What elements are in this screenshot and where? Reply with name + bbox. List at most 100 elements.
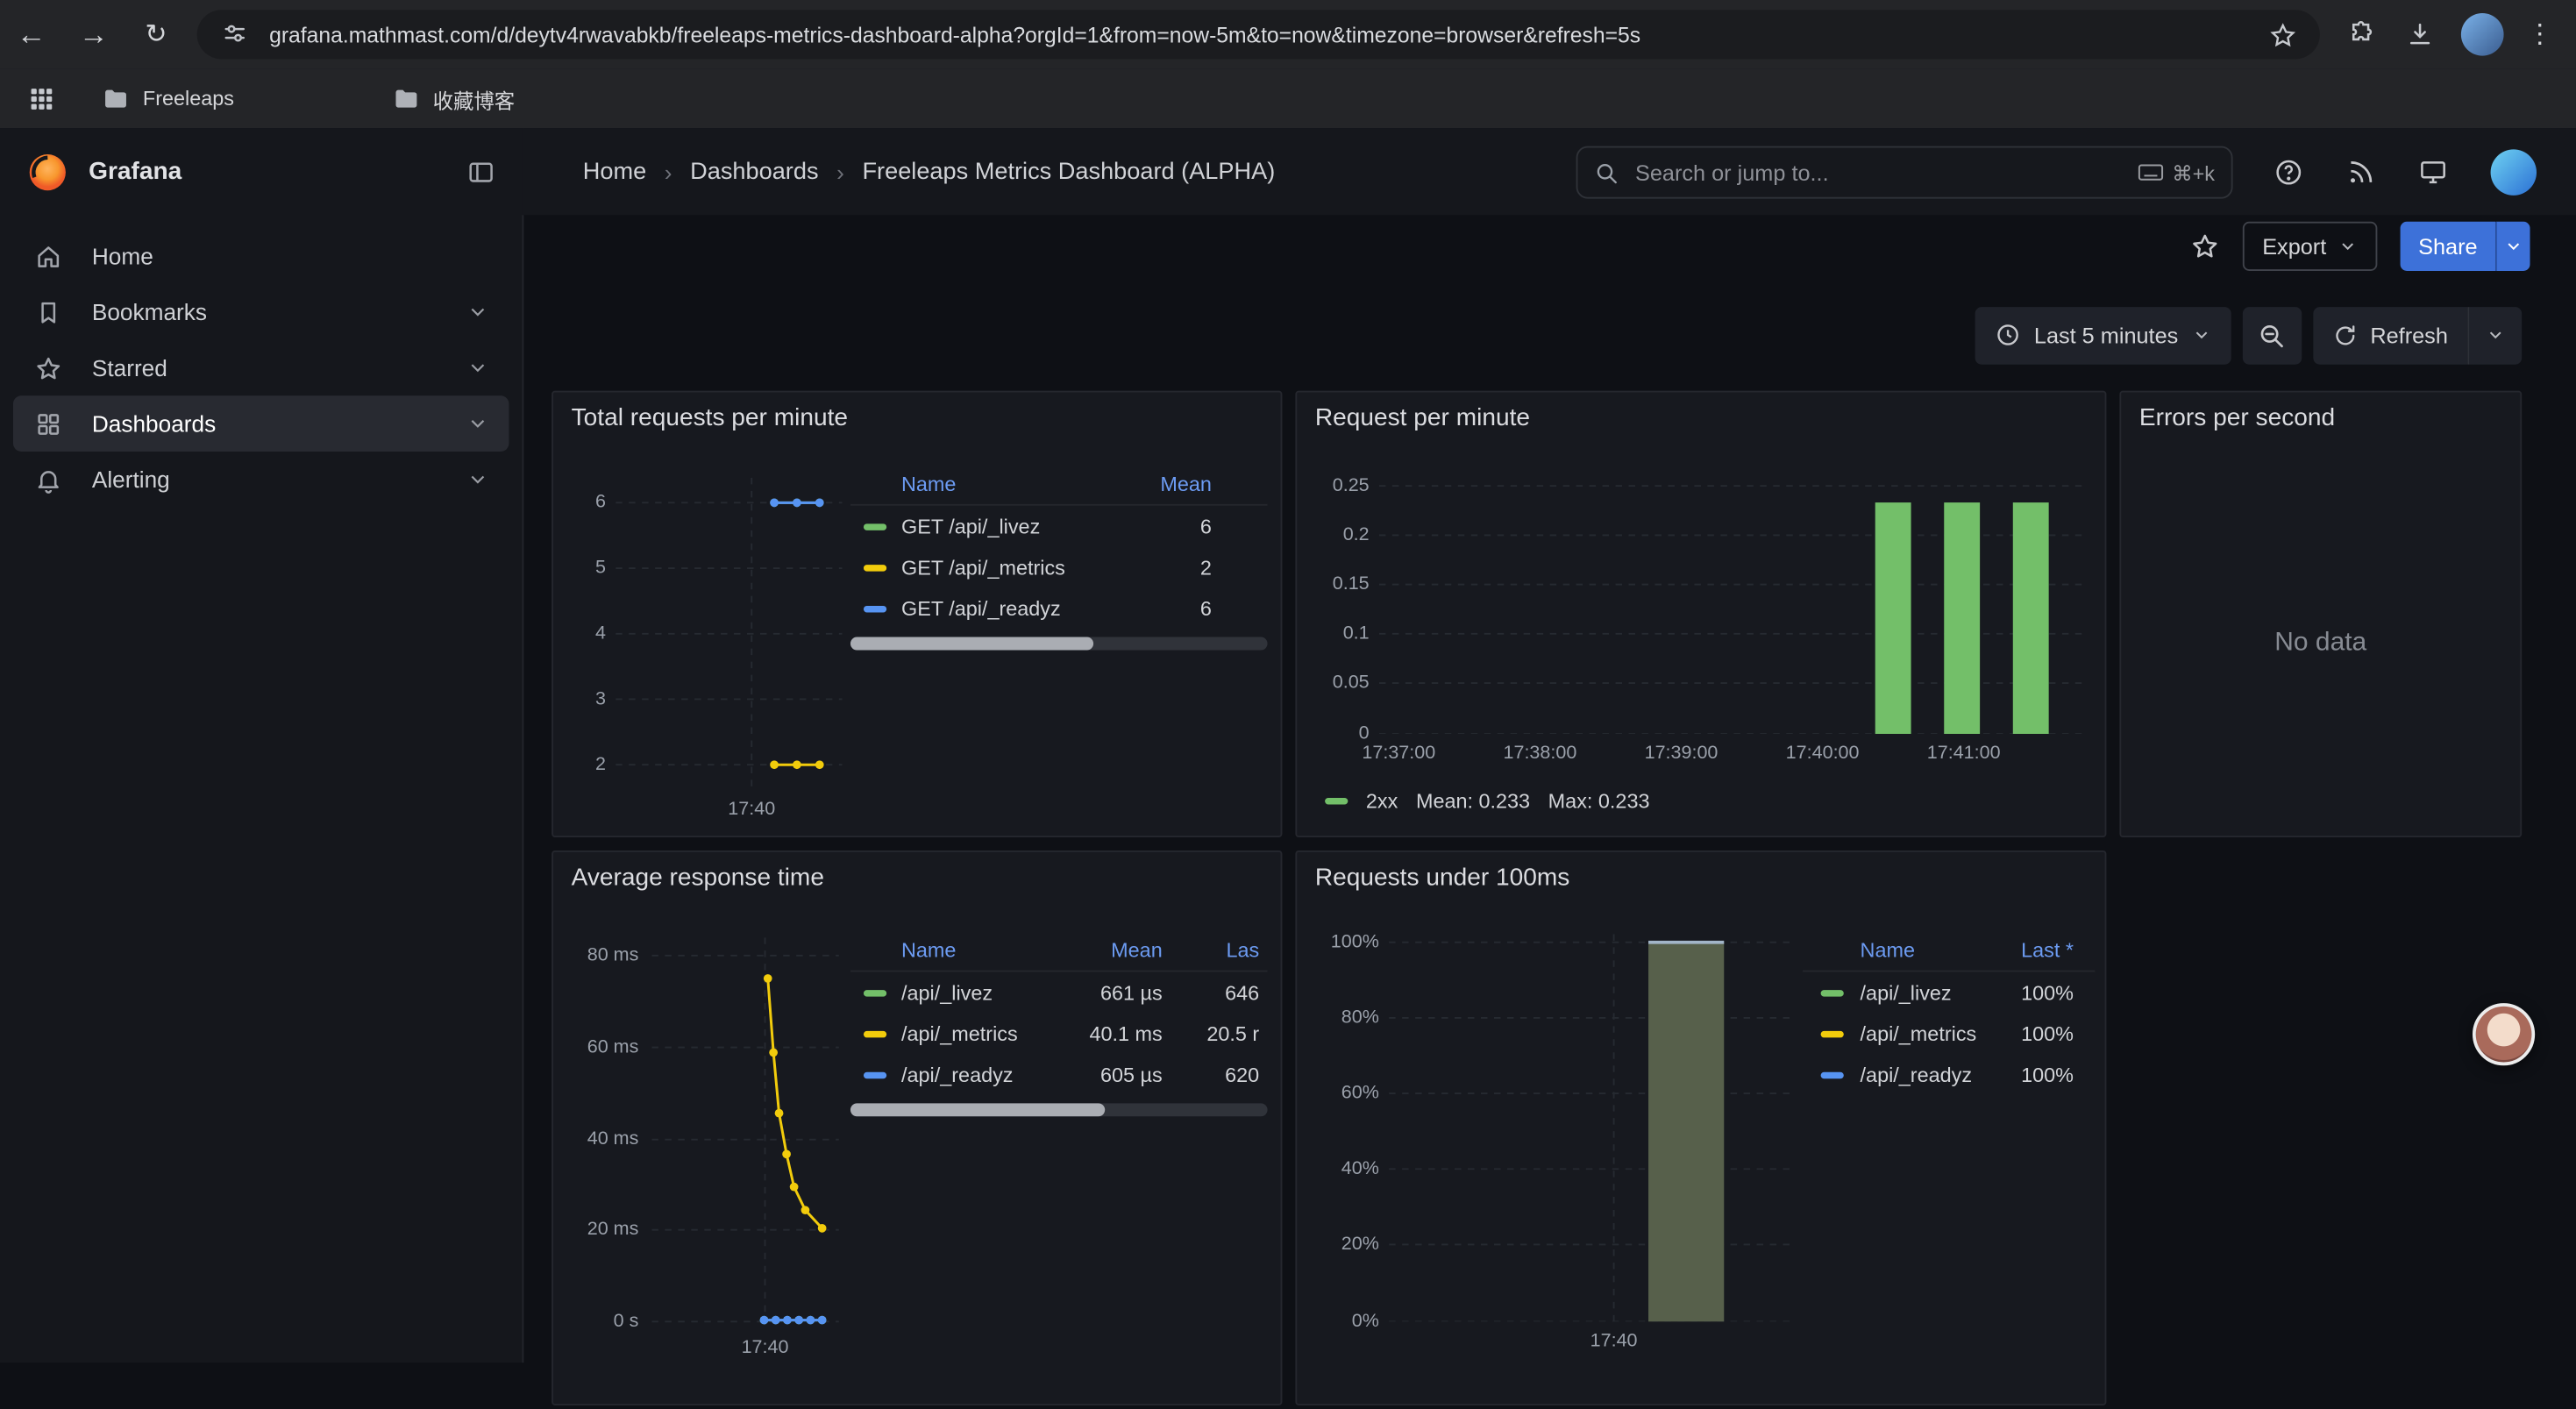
- favorite-star-icon[interactable]: [2190, 231, 2220, 261]
- chevron-down-icon[interactable]: [466, 301, 489, 324]
- chevron-down-icon[interactable]: [466, 468, 489, 491]
- series-swatch[interactable]: [1821, 1071, 1844, 1078]
- legend-series-name[interactable]: /api/_livez: [1861, 981, 2022, 1004]
- refresh-button[interactable]: Refresh: [2313, 306, 2468, 364]
- legend-series-name[interactable]: /api/_readyz: [1861, 1063, 2022, 1085]
- legend-header-mean[interactable]: Mean: [1107, 473, 1212, 495]
- legend-header-name[interactable]: Name: [850, 939, 1071, 962]
- panel-requests-under-100ms: Requests under 100ms 100%80%60%40%20%0% …: [1295, 850, 2106, 1405]
- series-swatch[interactable]: [864, 523, 886, 529]
- export-button[interactable]: Export: [2243, 222, 2378, 271]
- legend-header-mean[interactable]: Mean: [1071, 939, 1163, 962]
- downloads-icon[interactable]: [2402, 17, 2437, 53]
- series-swatch[interactable]: [864, 1071, 886, 1078]
- series-swatch[interactable]: [864, 605, 886, 611]
- legend-header-name[interactable]: Name: [1803, 939, 2021, 962]
- assistant-avatar-widget[interactable]: [2473, 1003, 2535, 1065]
- share-button[interactable]: Share: [2401, 222, 2496, 271]
- browser-profile-avatar[interactable]: [2461, 13, 2504, 56]
- dock-nav-icon[interactable]: [466, 157, 496, 187]
- chart-plot[interactable]: [1389, 934, 1791, 1321]
- x-tick-label: 17:38:00: [1503, 744, 1576, 763]
- scrollbar-thumb[interactable]: [850, 1103, 1105, 1116]
- browser-menu-icon[interactable]: ⋮: [2527, 18, 2553, 51]
- x-tick-label: 17:40: [1590, 1332, 1638, 1351]
- chevron-down-icon: [2504, 237, 2523, 256]
- time-range-button[interactable]: Last 5 minutes: [1975, 306, 2231, 364]
- chart-plot[interactable]: [1379, 474, 2081, 734]
- brand-title: Grafana: [89, 158, 181, 186]
- sidebar-item-label: Bookmarks: [92, 299, 207, 325]
- chevron-down-icon[interactable]: [466, 356, 489, 379]
- panel-title[interactable]: Errors per second: [2139, 404, 2335, 432]
- series-swatch[interactable]: [864, 989, 886, 995]
- bookmark-folder-blogs[interactable]: 收藏博客: [392, 83, 515, 115]
- x-tick-label: 17:41:00: [1927, 744, 2001, 763]
- site-settings-icon[interactable]: [217, 17, 253, 53]
- legend-series-name[interactable]: /api/_readyz: [901, 1063, 1071, 1085]
- bookmark-folder-freeleaps[interactable]: Freeleaps: [102, 84, 234, 112]
- extensions-icon[interactable]: [2343, 17, 2379, 53]
- legend-series-name[interactable]: 2xx: [1366, 790, 1398, 813]
- refresh-caret-button[interactable]: [2467, 306, 2522, 364]
- search-box[interactable]: ⌘+k: [1576, 146, 2233, 199]
- series-swatch[interactable]: [864, 1030, 886, 1036]
- scrollbar-thumb[interactable]: [850, 637, 1093, 651]
- apps-grid-icon[interactable]: [23, 81, 59, 117]
- legend-value: 2: [1107, 556, 1212, 579]
- y-axis: 80 ms60 ms40 ms20 ms0 s: [566, 937, 638, 1331]
- sidebar-item-dashboards[interactable]: Dashboards: [13, 395, 509, 452]
- panel-title[interactable]: Total requests per minute: [572, 404, 848, 432]
- breadcrumb-home[interactable]: Home: [583, 159, 646, 185]
- zoom-out-button[interactable]: [2242, 306, 2301, 364]
- sidebar-item-home[interactable]: Home: [13, 228, 509, 284]
- omnibox[interactable]: grafana.mathmast.com/d/deytv4rwavabkb/fr…: [197, 10, 2320, 59]
- series-swatch[interactable]: [864, 564, 886, 570]
- rss-icon[interactable]: [2346, 157, 2376, 187]
- legend-series-name[interactable]: /api/_livez: [901, 981, 1071, 1004]
- y-axis: 65432: [563, 478, 606, 790]
- series-swatch[interactable]: [1821, 989, 1844, 995]
- legend-series-name[interactable]: GET /api/_livez: [901, 515, 1107, 537]
- forward-button[interactable]: →: [62, 18, 125, 52]
- legend-series-name[interactable]: /api/_metrics: [901, 1022, 1071, 1045]
- chart-plot[interactable]: [651, 937, 838, 1331]
- legend-scrollbar: [850, 1103, 1268, 1116]
- sidebar-item-starred[interactable]: Starred: [13, 340, 509, 396]
- sidebar-item-alerting[interactable]: Alerting: [13, 452, 509, 508]
- back-button[interactable]: ←: [0, 18, 62, 52]
- series-swatch[interactable]: [1821, 1030, 1844, 1036]
- grafana-logo[interactable]: [26, 150, 69, 193]
- breadcrumb-dashboards[interactable]: Dashboards: [690, 159, 818, 185]
- help-icon[interactable]: [2274, 157, 2303, 187]
- user-avatar[interactable]: [2491, 148, 2537, 194]
- legend-series-name[interactable]: GET /api/_metrics: [901, 556, 1107, 579]
- legend-inline: 2xx Mean: 0.233 Max: 0.233: [1325, 790, 1649, 813]
- chevron-down-icon[interactable]: [466, 412, 489, 435]
- search-input[interactable]: [1632, 159, 2138, 187]
- reload-button[interactable]: ↻: [125, 18, 187, 51]
- y-axis: 100%80%60%40%20%0%: [1313, 934, 1379, 1321]
- legend-header-name[interactable]: Name: [850, 473, 1107, 495]
- panel-title[interactable]: Average response time: [572, 864, 824, 892]
- no-data-text: No data: [2121, 629, 2520, 658]
- y-tick-label: 2: [563, 753, 606, 776]
- monitor-icon[interactable]: [2418, 157, 2448, 187]
- series-swatch[interactable]: [1325, 798, 1348, 804]
- bookmark-star-icon[interactable]: [2264, 17, 2300, 53]
- legend-header-last[interactable]: Las: [1163, 939, 1259, 962]
- panel-title[interactable]: Requests under 100ms: [1315, 864, 1569, 892]
- sidebar-item-bookmarks[interactable]: Bookmarks: [13, 284, 509, 340]
- share-caret-button[interactable]: [2495, 222, 2530, 271]
- panel-title[interactable]: Request per minute: [1315, 404, 1530, 432]
- legend-series-name[interactable]: /api/_metrics: [1861, 1022, 2022, 1045]
- chart-plot[interactable]: [616, 478, 842, 790]
- legend-series-name[interactable]: GET /api/_readyz: [901, 597, 1107, 620]
- grid-icon: [34, 409, 62, 438]
- panel-errors-per-second: Errors per second No data: [2119, 391, 2522, 837]
- chevron-down-icon: [2338, 237, 2357, 256]
- x-tick-label: 17:40:00: [1786, 744, 1860, 763]
- legend-value: 20.5 r: [1163, 1022, 1259, 1045]
- legend-header-last[interactable]: Last *: [2021, 939, 2074, 962]
- url-text[interactable]: grafana.mathmast.com/d/deytv4rwavabkb/fr…: [269, 22, 2247, 46]
